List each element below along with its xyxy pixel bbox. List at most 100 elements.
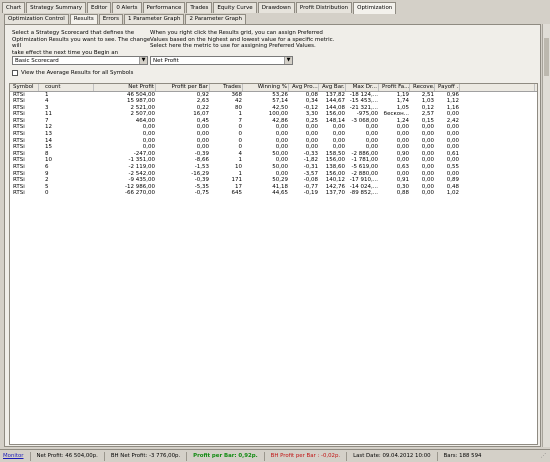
table-cell: 0,00 bbox=[446, 137, 459, 144]
table-cell: RTSi bbox=[13, 164, 25, 171]
table-row[interactable]: RTSi 11 2 507,00 16,07 1 100,00 3,30 156,00 -975… bbox=[10, 111, 537, 118]
table-cell: 0,00 bbox=[275, 157, 288, 164]
table-cell: 0,00 bbox=[142, 144, 155, 151]
table-cell: 144,67 bbox=[325, 98, 345, 105]
chevron-down-icon[interactable]: ▼ bbox=[139, 57, 147, 64]
column-header[interactable]: Avg Pro... bbox=[291, 84, 319, 91]
column-header[interactable]: Winning % bbox=[245, 84, 289, 91]
column-header[interactable]: Max Dr... bbox=[348, 84, 379, 91]
table-row[interactable]: RTSi 7 464,00 0,45 7 42,86 0,25 148,14 -3 068,00… bbox=[10, 118, 537, 125]
main-tab-bar: Chart Strategy Summary Editor 0 Alerts Perfo… bbox=[2, 2, 397, 14]
resize-grip-icon[interactable]: ⋰ bbox=[541, 453, 546, 459]
table-cell: -2 119,00 bbox=[128, 164, 155, 171]
table-cell: 0 bbox=[238, 131, 243, 138]
table-cell: 50,00 bbox=[272, 150, 288, 157]
table-cell: RTSi bbox=[13, 124, 25, 131]
table-row[interactable]: RTSi 4 15 987,00 2,63 42 57,14 0,34 144,67 -15 4… bbox=[10, 98, 537, 105]
tab-chart[interactable]: Chart bbox=[2, 2, 26, 13]
table-cell: 0,00 bbox=[446, 144, 459, 151]
table-cell: 13 bbox=[45, 131, 52, 138]
column-header[interactable]: count bbox=[44, 84, 94, 91]
table-row[interactable]: RTSi 3 2 521,00 0,22 80 42,50 -0,12 144,08 -21 3… bbox=[10, 105, 537, 112]
scorecard-select[interactable]: Basic Scorecard ▼ bbox=[12, 56, 148, 65]
table-cell: 100,00 bbox=[268, 111, 288, 118]
column-header[interactable]: Profit Fa... bbox=[381, 84, 410, 91]
column-header[interactable]: Avg Bar... bbox=[321, 84, 346, 91]
subtab-2-parameter-graph[interactable]: 2 Parameter Graph bbox=[185, 14, 246, 24]
column-header[interactable]: Recove... bbox=[412, 84, 435, 91]
status-divider bbox=[29, 451, 31, 461]
table-cell: 2,42 bbox=[446, 117, 459, 124]
table-cell: 12 bbox=[45, 124, 52, 131]
metric-select[interactable]: Net Profit ▼ bbox=[150, 56, 293, 65]
column-header[interactable]: Profit per Bar bbox=[158, 84, 210, 91]
table-cell: 148,14 bbox=[325, 117, 345, 124]
average-results-checkbox[interactable] bbox=[12, 70, 18, 76]
table-cell: -2 880,00 bbox=[351, 170, 378, 177]
table-row[interactable]: RTSi 5 -12 986,00 -5,35 17 41,18 -0,77 142,76 -1… bbox=[10, 184, 537, 191]
chevron-down-icon[interactable]: ▼ bbox=[284, 57, 292, 64]
table-cell: -975,00 bbox=[356, 111, 378, 118]
subtab-errors[interactable]: Errors bbox=[98, 14, 123, 24]
subtab-1-parameter-graph[interactable]: 1 Parameter Graph bbox=[123, 14, 185, 24]
table-row[interactable]: RTSi 8 -247,00 -0,39 4 50,00 -0,33 158,50 -2 886… bbox=[10, 151, 537, 158]
table-row[interactable]: RTSi 13 0,00 0,00 0 0,00 0,00 0,00 0,00 0,00 0,00 0… bbox=[10, 131, 537, 138]
table-cell: 0,00 bbox=[142, 124, 155, 131]
table-row[interactable]: RTSi 2 -9 435,00 -0,39 171 50,29 -0,08 140,12 -1… bbox=[10, 177, 537, 184]
tab-editor[interactable]: Editor bbox=[87, 2, 112, 13]
table-row[interactable]: RTSi 0 -66 270,00 -0,75 645 44,65 -0,19 137,70-… bbox=[10, 190, 537, 197]
tab-strategy-summary[interactable]: Strategy Summary bbox=[26, 2, 87, 13]
table-cell: -17 910,... bbox=[349, 177, 378, 184]
bh-profit-per-bar-status: BH Profit per Bar : -0,02p. bbox=[270, 453, 341, 459]
table-row[interactable]: RTSi 14 0,00 0,00 0 0,00 0,00 0,00 0,00 0,00 0,00 0… bbox=[10, 138, 537, 145]
average-results-option[interactable]: View the Average Results for all Symbols bbox=[12, 70, 133, 76]
table-row[interactable]: RTSi 1 46 504,00 0,92 368 53,26 0,08 137,82 -18 … bbox=[10, 92, 537, 99]
table-cell: RTSi bbox=[13, 170, 25, 177]
table-cell: 0,89 bbox=[446, 177, 459, 184]
tab-performance[interactable]: Performance bbox=[142, 2, 186, 13]
column-header[interactable]: Symbol bbox=[12, 84, 39, 91]
table-cell: 0,45 bbox=[196, 117, 209, 124]
table-cell: -1,82 bbox=[303, 157, 318, 164]
table-cell: 42 bbox=[235, 98, 242, 105]
table-cell: 0,00 bbox=[275, 170, 288, 177]
column-header-filler bbox=[484, 84, 535, 91]
profit-per-bar-status: Profit per Bar: 0,92p. bbox=[193, 453, 258, 459]
table-cell: 0,00 bbox=[365, 144, 378, 151]
subtab-optimization-control[interactable]: Optimization Control bbox=[4, 14, 69, 24]
monitor-link[interactable]: Monitor bbox=[3, 453, 24, 459]
tab-0-alerts[interactable]: 0 Alerts bbox=[112, 2, 142, 13]
table-cell: 0,90 bbox=[396, 150, 409, 157]
table-cell: 0,00 bbox=[446, 131, 459, 138]
table-cell: 0,00 bbox=[196, 144, 209, 151]
table-cell: 1,19 bbox=[396, 91, 409, 98]
table-cell: RTSi bbox=[13, 177, 25, 184]
tab-profit-distribution[interactable]: Profit Distribution bbox=[295, 2, 353, 13]
right-scrollbar[interactable] bbox=[542, 24, 550, 447]
table-cell: 142,76 bbox=[325, 183, 345, 190]
table-cell: -89 852,... bbox=[349, 190, 378, 197]
tab-trades[interactable]: Trades bbox=[186, 2, 213, 13]
table-row[interactable]: RTSi 6 -2 119,00 -1,53 10 50,00 -0,31 138,60 -5 … bbox=[10, 164, 537, 171]
scrollbar-thumb[interactable] bbox=[544, 38, 549, 76]
table-row[interactable]: RTSi 12 0,00 0,00 0 0,00 0,00 0,00 0,00 0,00 0,00 0… bbox=[10, 124, 537, 131]
table-cell: 0,00 bbox=[396, 137, 409, 144]
tab-optimization[interactable]: Optimization bbox=[353, 2, 397, 14]
table-cell: RTSi bbox=[13, 111, 25, 118]
column-header[interactable]: Net Profit bbox=[96, 84, 156, 91]
tab-equity-curve[interactable]: Equity Curve bbox=[213, 2, 257, 13]
table-row[interactable]: RTSi 10 -1 351,00 -8,66 1 0,00 -1,82 156,00 -1 7… bbox=[10, 157, 537, 164]
table-cell: 0,00 bbox=[305, 137, 318, 144]
column-header[interactable]: Trades bbox=[212, 84, 243, 91]
table-row[interactable]: RTSi 9 -2 542,00 -16,29 1 0,00 -3,57 156,00 -2 8… bbox=[10, 171, 537, 178]
table-cell: 0,22 bbox=[196, 104, 209, 111]
column-header[interactable]: Payoff ... bbox=[437, 84, 460, 91]
results-grid[interactable]: Symbol count Net Profit Profit per Bar Trade… bbox=[9, 83, 538, 445]
table-cell: 53,26 bbox=[272, 91, 288, 98]
tab-drawdown[interactable]: Drawdown bbox=[257, 2, 295, 13]
table-cell: -1 781,00 bbox=[351, 157, 378, 164]
table-cell: -14 024,... bbox=[349, 183, 378, 190]
subtab-results[interactable]: Results bbox=[69, 14, 98, 24]
status-divider bbox=[436, 451, 438, 461]
table-row[interactable]: RTSi 15 0,00 0,00 0 0,00 0,00 0,00 0,00 0,00 0,00 0… bbox=[10, 144, 537, 151]
